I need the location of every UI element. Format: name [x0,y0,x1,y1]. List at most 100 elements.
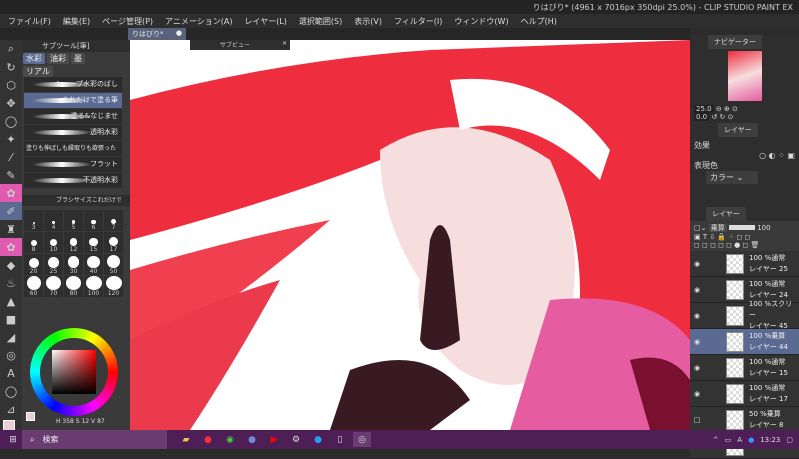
eyedropper-icon[interactable]: ⁄ [0,148,22,166]
opacity-slider[interactable] [728,225,755,230]
balloon-tool-icon[interactable]: ◯ [0,382,22,400]
close-icon[interactable]: ● [176,29,182,37]
brush-size-option[interactable]: 25 [44,254,63,275]
pattern-tool-icon[interactable]: ✿ [0,238,22,256]
zoom-value[interactable]: 25.0 [694,105,714,113]
youtube-icon[interactable]: ▶ [265,432,283,447]
brush-size-option[interactable]: 100 [84,276,103,297]
effect-buttons[interactable]: ○ ◐ ⁘ ▣ [694,151,795,160]
brush-item[interactable]: 不透明水彩 [24,173,122,188]
menu-edit[interactable]: 編集(E) [63,16,90,27]
main-color-swatch[interactable] [26,412,35,421]
object-tool-icon[interactable]: ⬡ [0,76,22,94]
clip-studio-paint-icon[interactable]: ◎ [353,432,371,447]
visibility-eye-icon[interactable]: □ [690,416,704,424]
menu-animation[interactable]: アニメーション(A) [165,16,232,27]
ime-indicator[interactable]: A [737,436,742,444]
brush-item[interactable]: これだけで塗る筆 [24,93,122,108]
chrome-icon[interactable]: ◉ [221,432,239,447]
menu-view[interactable]: 表示(V) [354,16,382,27]
brush-size-option[interactable]: 50 [104,254,123,275]
brush-size-option[interactable]: 5 [64,210,83,231]
brush-size-option[interactable]: 20 [24,254,43,275]
taskbar-search[interactable]: ⌕ 検索 [22,430,167,449]
twitter-icon[interactable]: ● [309,432,327,447]
brush-item[interactable]: シャープ水彩のばし [24,77,122,92]
close-icon[interactable]: ✕ [282,40,290,47]
notification-icon[interactable]: ▢ [786,436,793,444]
layer-row[interactable]: ◉ 100 %乗算 レイヤー 44 [690,329,799,355]
menu-help[interactable]: ヘルプ(H) [521,16,557,27]
brush-size-option[interactable]: 12 [64,232,83,253]
clip-studio-icon[interactable]: ▯ [331,432,349,447]
menu-layer[interactable]: レイヤー(L) [244,16,286,27]
brush-size-option[interactable]: 7 [104,210,123,231]
document-tab[interactable]: りはびり* ● [128,28,186,40]
color-mode-select[interactable]: カラー ⌄ [706,171,758,184]
windows-start-icon[interactable]: ⊞ [4,432,22,447]
onedrive-icon[interactable]: ● [748,436,754,444]
tab-oil[interactable]: 油彩 [47,53,69,64]
blend-mode-select[interactable]: 乗算 [708,224,727,232]
subview-panel-header[interactable]: サブビュー ✕ [190,40,290,50]
brush-tool-icon[interactable]: ✐ [0,202,22,220]
settings-app-icon[interactable]: ⚙ [287,432,305,447]
brush-size-option[interactable]: 8 [24,232,43,253]
navigator-preview[interactable] [727,51,762,101]
pen-tool-icon[interactable]: ✎ [0,166,22,184]
brush-size-option[interactable]: 4 [44,210,63,231]
visibility-eye-icon[interactable]: ◉ [690,312,704,320]
brush-item[interactable]: 塗る&なじませ [24,109,122,124]
rotate-tool-icon[interactable]: ↻ [0,58,22,76]
blend-tool-icon[interactable]: ♨ [0,274,22,292]
brush-size-option[interactable]: 6 [84,210,103,231]
menu-filter[interactable]: フィルター(I) [394,16,442,27]
layer-row[interactable]: ◉ 100 %通常 レイヤー 25 [690,251,799,277]
brush-size-option[interactable]: 3 [24,210,43,231]
brush-size-option[interactable]: 17 [104,232,123,253]
network-icon[interactable]: ▭ [725,436,732,444]
visibility-eye-icon[interactable]: ◉ [690,364,704,372]
brush-size-option[interactable]: 70 [44,276,63,297]
tray-chevron-icon[interactable]: ^ [713,436,719,444]
visibility-eye-icon[interactable]: ◉ [690,286,704,294]
brush-item[interactable]: フラット [24,157,122,172]
layer-row[interactable]: ◉ 100 %通常 レイヤー 15 [690,355,799,381]
explorer-icon[interactable]: ▰ [177,432,195,447]
lasso-tool-icon[interactable]: ◯ [0,112,22,130]
brush-size-option[interactable]: 80 [64,276,83,297]
layer-row[interactable]: ◉ 100 %スクリー レイヤー 45 [690,300,799,330]
tab-ink[interactable]: 墨 [71,53,85,64]
brush-size-option[interactable]: 60 [24,276,43,297]
figure-tool-icon[interactable]: ◢ [0,328,22,346]
brush-item[interactable]: 透明水彩 [24,125,122,140]
visibility-eye-icon[interactable]: ◉ [690,338,704,346]
rotate-value[interactable]: 0.0 [694,113,710,121]
gradient-tool-icon[interactable]: ■ [0,310,22,328]
menu-selection[interactable]: 選択範囲(S) [299,16,342,27]
brush-size-option[interactable]: 15 [84,232,103,253]
zoom-tool-icon[interactable]: ⌕ [0,40,22,58]
tab-watercolor[interactable]: 水彩 [23,53,45,64]
tab-layers[interactable]: レイヤー [706,207,746,221]
visibility-eye-icon[interactable]: ◉ [690,260,704,268]
music-app-icon[interactable]: ● [199,432,217,447]
tab-real[interactable]: リアル [23,66,53,77]
airbrush-icon[interactable]: ♜ [0,220,22,238]
decoration-tool-icon[interactable]: ✿ [0,184,22,202]
fill-tool-icon[interactable]: ▲ [0,292,22,310]
text-tool-icon[interactable]: A [0,364,22,382]
menu-file[interactable]: ファイル(F) [8,16,51,27]
eraser-icon[interactable]: ◆ [0,256,22,274]
tab-navigator[interactable]: ナビゲーター [708,35,762,49]
brush-size-option[interactable]: 120 [104,276,123,297]
move-tool-icon[interactable]: ✥ [0,94,22,112]
menu-window[interactable]: ウィンドウ(W) [454,16,508,27]
brush-size-option[interactable]: 10 [44,232,63,253]
magic-wand-icon[interactable]: ✦ [0,130,22,148]
menu-page[interactable]: ページ管理(P) [102,16,153,27]
brush-size-option[interactable]: 40 [84,254,103,275]
layer-row[interactable]: ◉ 100 %通常 レイヤー 17 [690,381,799,407]
ruler-tool-icon[interactable]: ⊿ [0,400,22,418]
frame-tool-icon[interactable]: ◎ [0,346,22,364]
